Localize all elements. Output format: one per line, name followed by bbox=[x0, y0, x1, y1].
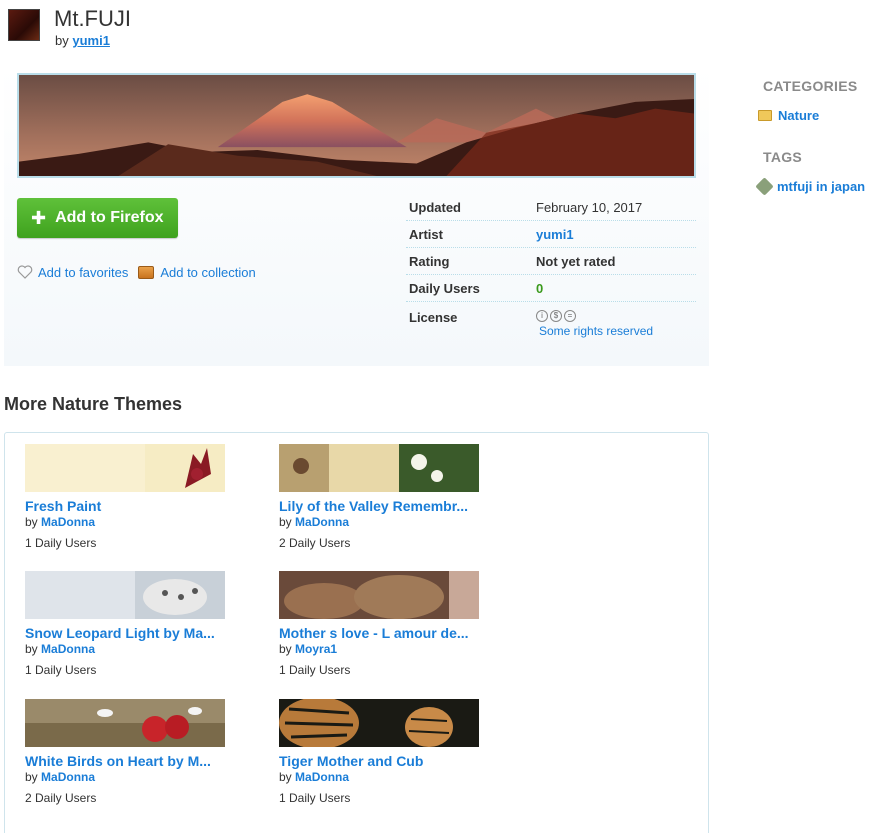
meta-key: Artist bbox=[409, 226, 443, 242]
meta-key: Daily Users bbox=[409, 280, 480, 296]
meta-row-license: License i $ = Some rights reserved bbox=[406, 302, 696, 342]
by-label: by bbox=[279, 770, 292, 784]
sidebar: CATEGORIES Nature TAGS mtfuji in japan bbox=[755, 78, 883, 196]
folder-icon bbox=[758, 110, 772, 121]
theme-card-author[interactable]: MaDonna bbox=[41, 770, 95, 784]
theme-card-byline: by MaDonna bbox=[25, 515, 230, 529]
theme-card-author[interactable]: Moyra1 bbox=[295, 642, 337, 656]
mt-fuji-image bbox=[19, 75, 694, 176]
theme-card-image bbox=[279, 571, 479, 619]
theme-card-byline: by MaDonna bbox=[25, 642, 230, 656]
theme-card-author[interactable]: MaDonna bbox=[41, 642, 95, 656]
theme-card-image bbox=[279, 699, 479, 747]
plus-icon: ✚ bbox=[31, 207, 47, 228]
meta-value: Not yet rated bbox=[536, 253, 616, 269]
page-title: Mt.FUJI bbox=[54, 6, 131, 31]
license-link[interactable]: Some rights reserved bbox=[539, 324, 696, 338]
cc-by-icon: i bbox=[536, 310, 548, 322]
license-value: i $ = Some rights reserved bbox=[536, 310, 696, 338]
theme-card-users: 1 Daily Users bbox=[25, 536, 97, 550]
theme-card-image bbox=[25, 699, 225, 747]
theme-card-users: 1 Daily Users bbox=[279, 791, 351, 805]
meta-key: Rating bbox=[409, 253, 450, 269]
cc-nc-icon: $ bbox=[550, 310, 562, 322]
meta-key: License bbox=[409, 310, 458, 325]
theme-card-name[interactable]: Fresh Paint bbox=[25, 498, 230, 514]
theme-card-byline: by MaDonna bbox=[25, 770, 230, 784]
add-to-collection-link[interactable]: Add to collection bbox=[160, 265, 255, 280]
category-label: Nature bbox=[778, 108, 820, 123]
theme-card-name[interactable]: Tiger Mother and Cub bbox=[279, 753, 484, 769]
more-themes-heading: More Nature Themes bbox=[4, 394, 183, 414]
byline: by yumi1 bbox=[55, 33, 110, 48]
theme-card-author[interactable]: MaDonna bbox=[295, 770, 349, 784]
collection-icon bbox=[138, 265, 155, 279]
meta-row-rating: Rating Not yet rated bbox=[406, 248, 696, 275]
by-label: by bbox=[25, 515, 38, 529]
favorite-collection-row: Add to favorites Add to collection bbox=[17, 264, 256, 280]
theme-card[interactable]: Snow Leopard Light by Ma... by MaDonna 1… bbox=[25, 571, 230, 677]
meta-key: Updated bbox=[409, 199, 461, 215]
meta-row-artist: Artist yumi1 bbox=[406, 221, 696, 248]
theme-card-name[interactable]: White Birds on Heart by M... bbox=[25, 753, 230, 769]
theme-card-image bbox=[279, 444, 479, 492]
tag-link[interactable]: mtfuji in japan bbox=[755, 177, 883, 196]
theme-card-name[interactable]: Lily of the Valley Remembr... bbox=[279, 498, 484, 514]
theme-card-users: 2 Daily Users bbox=[25, 791, 97, 805]
theme-card[interactable]: Mother s love - L amour de... by Moyra1 … bbox=[279, 571, 484, 677]
add-button-label: Add to Firefox bbox=[55, 209, 164, 226]
cc-nd-icon: = bbox=[564, 310, 576, 322]
add-to-firefox-button[interactable]: ✚ Add to Firefox bbox=[17, 198, 178, 238]
theme-card-users: 1 Daily Users bbox=[279, 663, 351, 677]
theme-card[interactable]: White Birds on Heart by M... by MaDonna … bbox=[25, 699, 230, 805]
theme-card[interactable]: Lily of the Valley Remembr... by MaDonna… bbox=[279, 444, 484, 550]
theme-card-byline: by MaDonna bbox=[279, 515, 484, 529]
theme-card-image bbox=[25, 444, 225, 492]
theme-card-byline: by Moyra1 bbox=[279, 642, 484, 656]
meta-value: 0 bbox=[536, 280, 544, 296]
meta-row-updated: Updated February 10, 2017 bbox=[406, 194, 696, 221]
theme-card-image bbox=[25, 571, 225, 619]
tag-label: mtfuji in japan bbox=[777, 179, 866, 194]
by-label: by bbox=[279, 515, 292, 529]
by-label: by bbox=[25, 770, 38, 784]
theme-meta-table: Updated February 10, 2017 Artist yumi1 R… bbox=[406, 194, 696, 342]
add-to-favorites-link[interactable]: Add to favorites bbox=[38, 265, 128, 280]
theme-thumbnail bbox=[8, 9, 40, 41]
category-link-nature[interactable]: Nature bbox=[758, 108, 883, 123]
by-label: by bbox=[25, 642, 38, 656]
theme-card-byline: by MaDonna bbox=[279, 770, 484, 784]
theme-card-author[interactable]: MaDonna bbox=[295, 515, 349, 529]
tag-icon bbox=[755, 177, 774, 196]
theme-card-users: 1 Daily Users bbox=[25, 663, 97, 677]
meta-value: February 10, 2017 bbox=[536, 199, 643, 215]
theme-card[interactable]: Fresh Paint by MaDonna 1 Daily Users bbox=[25, 444, 230, 550]
author-link[interactable]: yumi1 bbox=[72, 33, 110, 48]
theme-card-author[interactable]: MaDonna bbox=[41, 515, 95, 529]
artist-link[interactable]: yumi1 bbox=[536, 227, 696, 242]
theme-preview-banner bbox=[17, 73, 696, 178]
categories-heading: CATEGORIES bbox=[763, 78, 858, 94]
by-label: by bbox=[55, 33, 69, 48]
theme-card-name[interactable]: Mother s love - L amour de... bbox=[279, 625, 484, 641]
meta-row-daily-users: Daily Users 0 bbox=[406, 275, 696, 302]
by-label: by bbox=[279, 642, 292, 656]
tags-heading: TAGS bbox=[763, 149, 803, 165]
theme-card-users: 2 Daily Users bbox=[279, 536, 351, 550]
heart-icon bbox=[17, 265, 33, 279]
cc-license-icons: i $ = bbox=[536, 310, 696, 322]
theme-card-name[interactable]: Snow Leopard Light by Ma... bbox=[25, 625, 230, 641]
theme-card[interactable]: Tiger Mother and Cub by MaDonna 1 Daily … bbox=[279, 699, 484, 805]
